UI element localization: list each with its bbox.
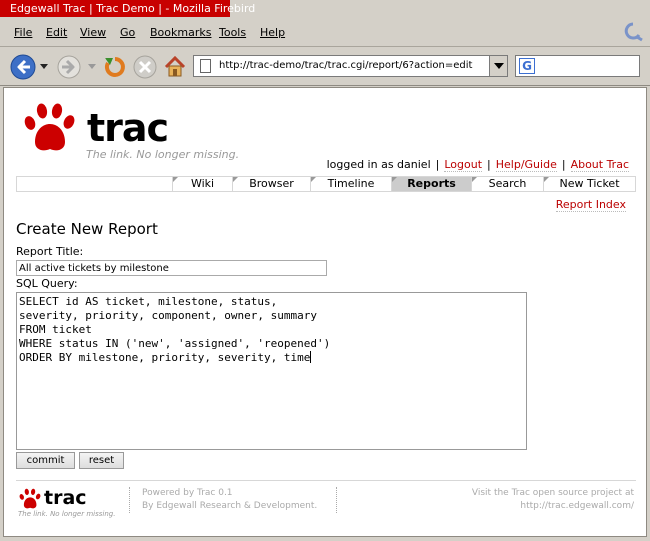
help-guide-link[interactable]: Help/Guide [495,158,557,172]
visit-url-link[interactable]: http://trac.edgewall.com/ [472,500,634,513]
menu-help[interactable]: Help [260,26,285,39]
address-bar[interactable]: http://trac-demo/trac/trac.cgi/report/6?… [193,55,508,77]
address-url[interactable]: http://trac-demo/trac/trac.cgi/report/6?… [219,60,472,71]
about-trac-link[interactable]: About Trac [570,158,629,172]
address-dropdown-button[interactable] [489,56,507,76]
tab-timeline[interactable]: Timeline [310,177,391,191]
site-tagline: The link. No longer missing. [86,148,240,161]
menu-go[interactable]: Go [120,26,135,39]
chevron-down-icon [494,63,504,69]
menu-bookmarks[interactable]: Bookmarks [150,26,211,39]
report-title-label: Report Title: [16,245,84,258]
page-content: trac The link. No longer missing. logged… [3,87,647,537]
visit-line: Visit the Trac open source project at [471,488,634,498]
reload-icon[interactable] [102,54,128,80]
tab-new-ticket[interactable]: New Ticket [543,177,635,191]
footer-divider [336,487,337,513]
report-index-link[interactable]: Report Index [555,198,626,212]
google-search-engine-icon[interactable]: G [519,58,535,74]
logged-in-text: logged in as daniel [326,158,431,171]
tab-wiki[interactable]: Wiki [172,177,232,191]
visit-project-text: Visit the Trac open source project at ht… [472,487,634,513]
menu-edit[interactable]: Edit [46,26,67,39]
page-icon [200,59,211,73]
menu-file[interactable]: File [14,26,32,39]
commit-button[interactable]: commit [16,452,75,469]
tab-search[interactable]: Search [471,177,543,191]
forward-history-dropdown-icon[interactable] [88,64,96,69]
stop-icon[interactable] [132,54,158,80]
logout-link[interactable]: Logout [444,158,483,172]
trac-paw-logo-icon [24,103,75,151]
sql-query-label: SQL Query: [16,277,78,290]
menu-tools[interactable]: Tools [219,26,246,39]
page-footer: trac The link. No longer missing. Powere… [16,480,636,520]
window-title: Edgewall Trac | Trac Demo | - Mozilla Fi… [0,0,255,17]
site-logo-text[interactable]: trac [87,106,169,150]
sql-query-text: SELECT id AS ticket, milestone, status, … [19,295,331,364]
menubar: File Edit View Go Bookmarks Tools Help [0,17,650,47]
throbber-icon [624,22,643,42]
by-edgewall-line: By Edgewall Research & Development. [142,501,318,511]
powered-by-line: Powered by Trac 0.1 [142,488,233,498]
tab-reports[interactable]: Reports [391,177,471,191]
page-title: Create New Report [16,220,158,238]
meta-navigation: logged in as daniel | Logout | Help/Guide | Ab… [326,158,629,172]
search-input[interactable] [538,58,636,74]
search-bar[interactable]: G [515,55,640,77]
reset-button[interactable]: reset [79,452,124,469]
back-arrow-icon[interactable] [10,54,36,80]
main-navigation: Wiki Browser Timeline Reports Search New… [16,176,636,192]
context-navigation: Report Index [555,198,626,212]
tab-browser[interactable]: Browser [232,177,310,191]
forward-arrow-icon[interactable] [56,54,82,80]
report-title-input[interactable] [16,260,327,276]
footer-trac-paw-logo-icon [19,488,41,509]
footer-tagline: The link. No longer missing. [18,510,116,518]
menu-view[interactable]: View [80,26,106,39]
back-history-dropdown-icon[interactable] [40,64,48,69]
footer-logo-text[interactable]: trac [44,487,87,509]
text-caret [310,351,312,363]
window-titlebar[interactable]: Edgewall Trac | Trac Demo | - Mozilla Fi… [0,0,650,17]
sql-query-textarea[interactable]: SELECT id AS ticket, milestone, status, … [16,292,527,450]
home-icon[interactable] [162,54,188,80]
powered-by-text: Powered by Trac 0.1 By Edgewall Research… [129,487,317,513]
